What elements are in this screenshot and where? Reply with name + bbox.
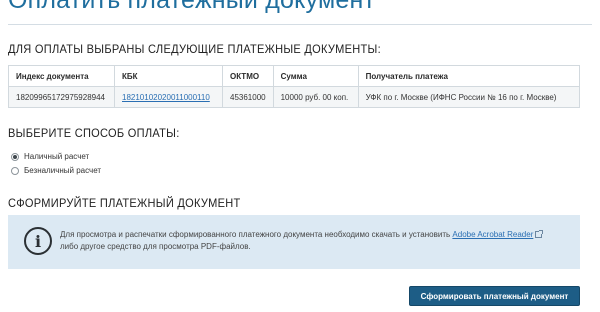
sum-cell: 10000 руб. 00 коп. [272,86,359,108]
kbk-link[interactable]: 18210102020011000110 [114,86,223,108]
info-icon: i [24,227,52,255]
payment-method-heading: ВЫБЕРИТЕ СПОСОБ ОПЛАТЫ: [8,126,180,140]
column-header-kbk: КБК [114,65,223,87]
documents-table: Индекс документа КБК ОКТМО Сумма Получат… [8,65,581,108]
column-header-sum: Сумма [272,65,359,87]
generate-document-button[interactable]: Сформировать платежный документ [409,286,580,306]
column-header-oktmo: ОКТМО [222,65,274,87]
info-text: Для просмотра и распечатки сформированно… [60,229,544,253]
page-title: Оплатить платежный документ [8,0,376,14]
external-link-icon [535,230,544,238]
table-row: 18209965172975928944 1821010202001100011… [8,86,581,108]
info-text-line2: либо другое средство для просмотра PDF-ф… [60,242,251,251]
radio-cash[interactable] [11,152,19,161]
radio-cashless[interactable] [11,166,19,175]
acrobat-reader-link[interactable]: Adobe Acrobat Reader [452,230,533,239]
document-index-cell: 18209965172975928944 [8,86,115,108]
payment-option-cash-label: Наличный расчет [24,152,90,161]
payment-option-cash[interactable]: Наличный расчет [11,152,89,161]
payment-option-cashless-label: Безналичный расчет [24,166,102,175]
documents-heading: ДЛЯ ОПЛАТЫ ВЫБРАНЫ СЛЕДУЮЩИЕ ПЛАТЕЖНЫЕ Д… [8,42,381,56]
title-divider [8,24,592,25]
form-document-heading: СФОРМИРУЙТЕ ПЛАТЕЖНЫЙ ДОКУМЕНТ [8,196,241,210]
column-header-recipient: Получатель платежа [357,65,581,87]
recipient-cell: УФК по г. Москве (ИФНС России № 16 по г.… [357,86,581,108]
oktmo-cell: 45361000 [222,86,274,108]
payment-option-cashless[interactable]: Безналичный расчет [11,166,101,175]
info-box: i Для просмотра и распечатки сформирован… [8,215,580,269]
column-header-index: Индекс документа [8,65,115,87]
info-text-line1: Для просмотра и распечатки сформированно… [60,230,453,239]
table-header-row: Индекс документа КБК ОКТМО Сумма Получат… [8,65,581,87]
